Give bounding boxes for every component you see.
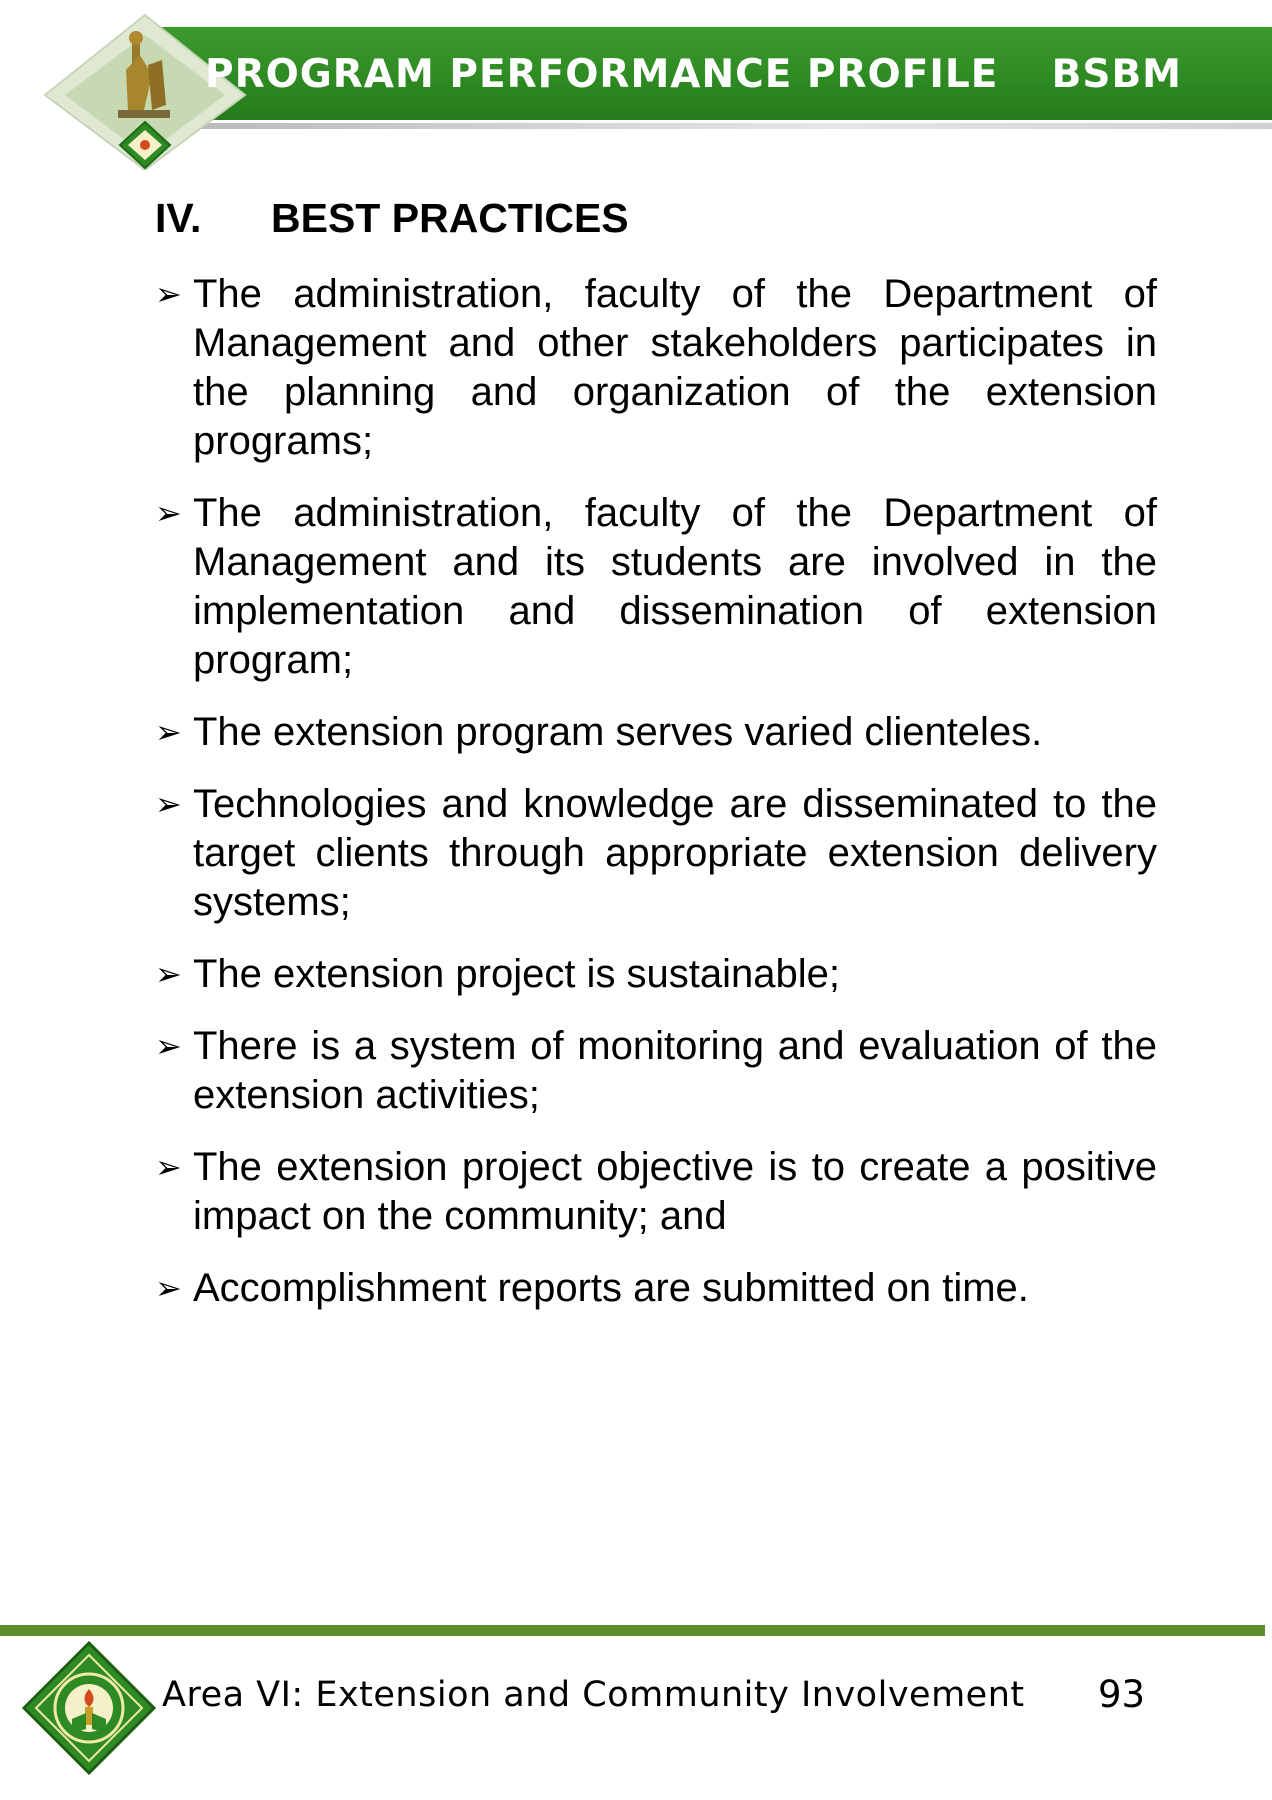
arrowhead-bullet-icon: ➢: [155, 785, 182, 823]
arrowhead-bullet-icon: ➢: [155, 1027, 182, 1065]
header-underline: [175, 123, 1272, 129]
list-item-text: Accomplishment reports are submitted on …: [193, 1266, 1029, 1310]
section-heading: IV. BEST PRACTICES: [155, 195, 629, 242]
document-header-title: PROGRAM PERFORMANCE PROFILE: [205, 52, 999, 97]
arrowhead-bullet-icon: ➢: [155, 1148, 182, 1186]
list-item: ➢ The administration, faculty of the Depa…: [155, 270, 1157, 466]
list-item: ➢ Technologies and knowledge are dissemin…: [155, 780, 1157, 927]
page-number: 93: [1098, 1673, 1146, 1716]
footer-area-label: Area VI: Extension and Community Involve…: [162, 1675, 1025, 1715]
arrowhead-bullet-icon: ➢: [155, 275, 182, 313]
list-item: ➢ Accomplishment reports are submitted on…: [155, 1264, 1157, 1313]
list-item-text: Technologies and knowledge are dissemina…: [193, 782, 1157, 924]
arrowhead-bullet-icon: ➢: [155, 955, 182, 993]
section-number: IV.: [155, 195, 202, 241]
list-item: ➢ There is a system of monitoring and eva…: [155, 1022, 1157, 1120]
list-item: ➢ The extension program serves varied cli…: [155, 708, 1157, 757]
best-practices-list: ➢ The administration, faculty of the Depa…: [155, 270, 1157, 1336]
section-title: BEST PRACTICES: [271, 195, 629, 241]
arrowhead-bullet-icon: ➢: [155, 1269, 182, 1307]
list-item: ➢ The administration, faculty of the Depa…: [155, 489, 1157, 685]
university-seal-icon: [22, 1641, 156, 1775]
list-item: ➢ The extension project is sustainable;: [155, 950, 1157, 999]
arrowhead-bullet-icon: ➢: [155, 494, 182, 532]
program-code: BSBM: [1051, 52, 1182, 97]
list-item-text: The administration, faculty of the Depar…: [193, 272, 1157, 463]
list-item-text: The extension program serves varied clie…: [193, 710, 1043, 754]
list-item-text: The extension project objective is to cr…: [193, 1145, 1157, 1238]
arrowhead-bullet-icon: ➢: [155, 713, 182, 751]
footer-rule: [0, 1625, 1265, 1636]
list-item-text: The extension project is sustainable;: [193, 952, 841, 996]
list-item-text: There is a system of monitoring and eval…: [193, 1024, 1157, 1117]
list-item-text: The administration, faculty of the Depar…: [193, 491, 1157, 682]
list-item: ➢ The extension project objective is to c…: [155, 1143, 1157, 1241]
